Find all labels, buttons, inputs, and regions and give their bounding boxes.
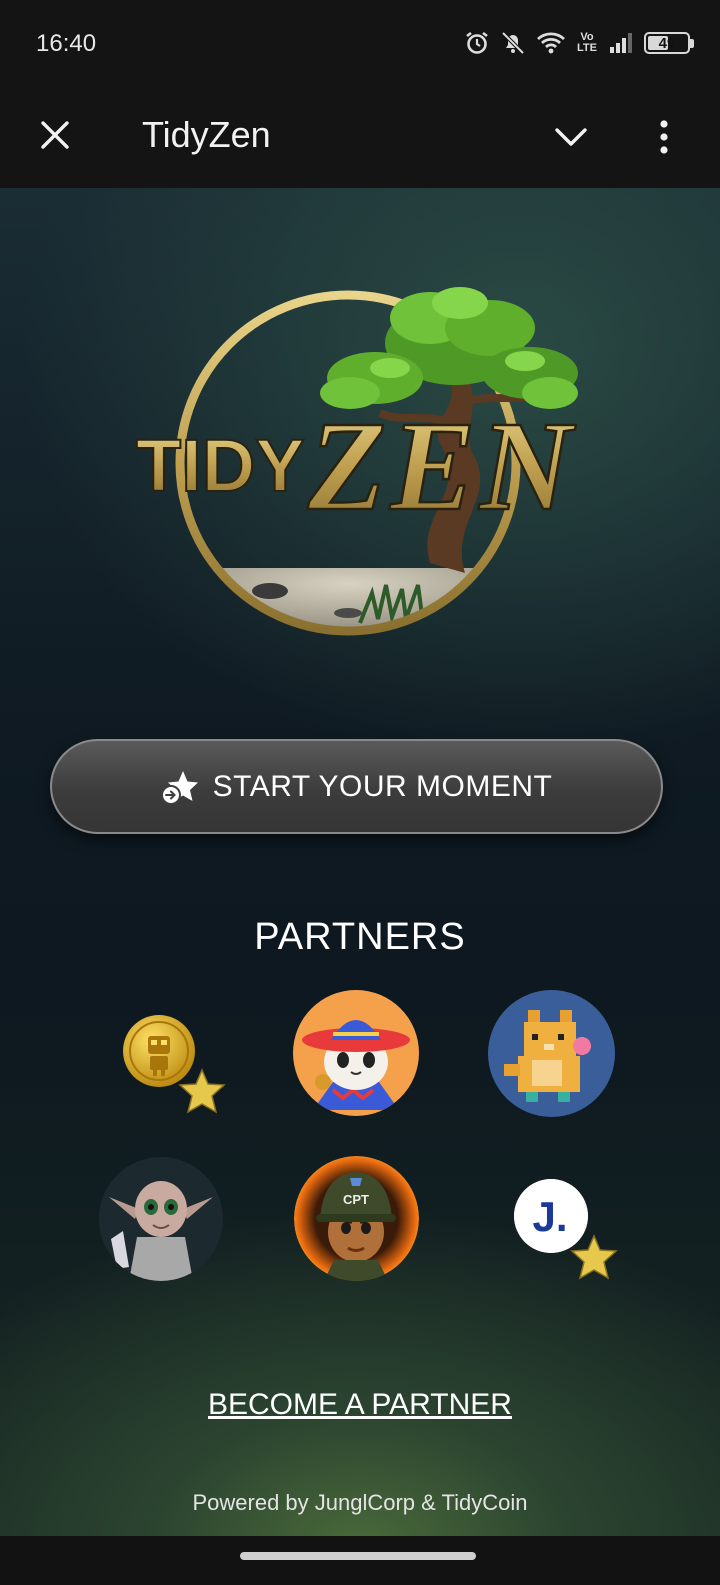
become-a-partner-link[interactable]: BECOME A PARTNER: [0, 1388, 720, 1422]
volte-line2: LTE: [577, 42, 597, 54]
wifi-icon: [536, 30, 566, 56]
close-icon: [41, 121, 69, 149]
battery-level: 49: [658, 34, 676, 52]
partner-elf-character[interactable]: [99, 1157, 223, 1281]
tidyzen-logo: TIDY ZEN: [135, 287, 578, 636]
more-vert-icon: [660, 120, 668, 154]
status-time: 16:40: [36, 30, 97, 57]
soldier-avatar: CPT: [294, 1156, 419, 1281]
status-bar: 16:40 Vo LTE 49: [0, 0, 720, 90]
app-bar: TidyZen: [0, 90, 720, 188]
tree-foliage: [320, 287, 578, 409]
sombrero-cat-avatar: [293, 990, 419, 1116]
partner-cpt-soldier[interactable]: CPT: [294, 1156, 419, 1281]
close-button[interactable]: [30, 110, 80, 160]
powered-by-text: Powered by JunglCorp & TidyCoin: [192, 1490, 528, 1515]
volte-icon: Vo LTE: [576, 32, 598, 54]
system-nav-bar: [0, 1536, 720, 1585]
main-content: TIDY ZEN START YOUR MOMENT PARTNERS CPT …: [0, 188, 720, 1536]
more-options-button[interactable]: [642, 112, 686, 162]
signal-icon: [608, 30, 634, 56]
partner-pixel-shiba[interactable]: [488, 990, 615, 1117]
partners-title: PARTNERS: [254, 916, 466, 958]
home-indicator[interactable]: [240, 1552, 476, 1560]
alarm-icon: [464, 30, 490, 56]
logo-text-tidy: TIDY: [136, 424, 305, 507]
star-enter-icon: [160, 770, 198, 805]
chevron-down-icon: [555, 128, 587, 146]
status-icons: Vo LTE 49: [464, 30, 694, 56]
app-title: TidyZen: [142, 114, 271, 155]
collapse-button[interactable]: [546, 112, 596, 162]
partner-star-badge-6: [570, 1234, 618, 1280]
battery-body: 49: [644, 32, 690, 54]
partner-star-badge-1: [178, 1068, 226, 1114]
j-logo-text: J.: [532, 1193, 567, 1240]
pixel-dog-avatar: [488, 990, 615, 1117]
elf-avatar: [99, 1157, 223, 1281]
start-your-moment-button[interactable]: START YOUR MOMENT: [50, 739, 663, 834]
start-button-label: START YOUR MOMENT: [212, 769, 553, 803]
bell-off-icon: [500, 30, 526, 56]
partner-sombrero-cat[interactable]: [293, 990, 419, 1116]
logo-text-zen: ZEN: [307, 395, 577, 537]
soldier-badge-text: CPT: [343, 1192, 369, 1207]
battery-icon: 49: [644, 32, 694, 54]
battery-cap: [690, 38, 694, 48]
